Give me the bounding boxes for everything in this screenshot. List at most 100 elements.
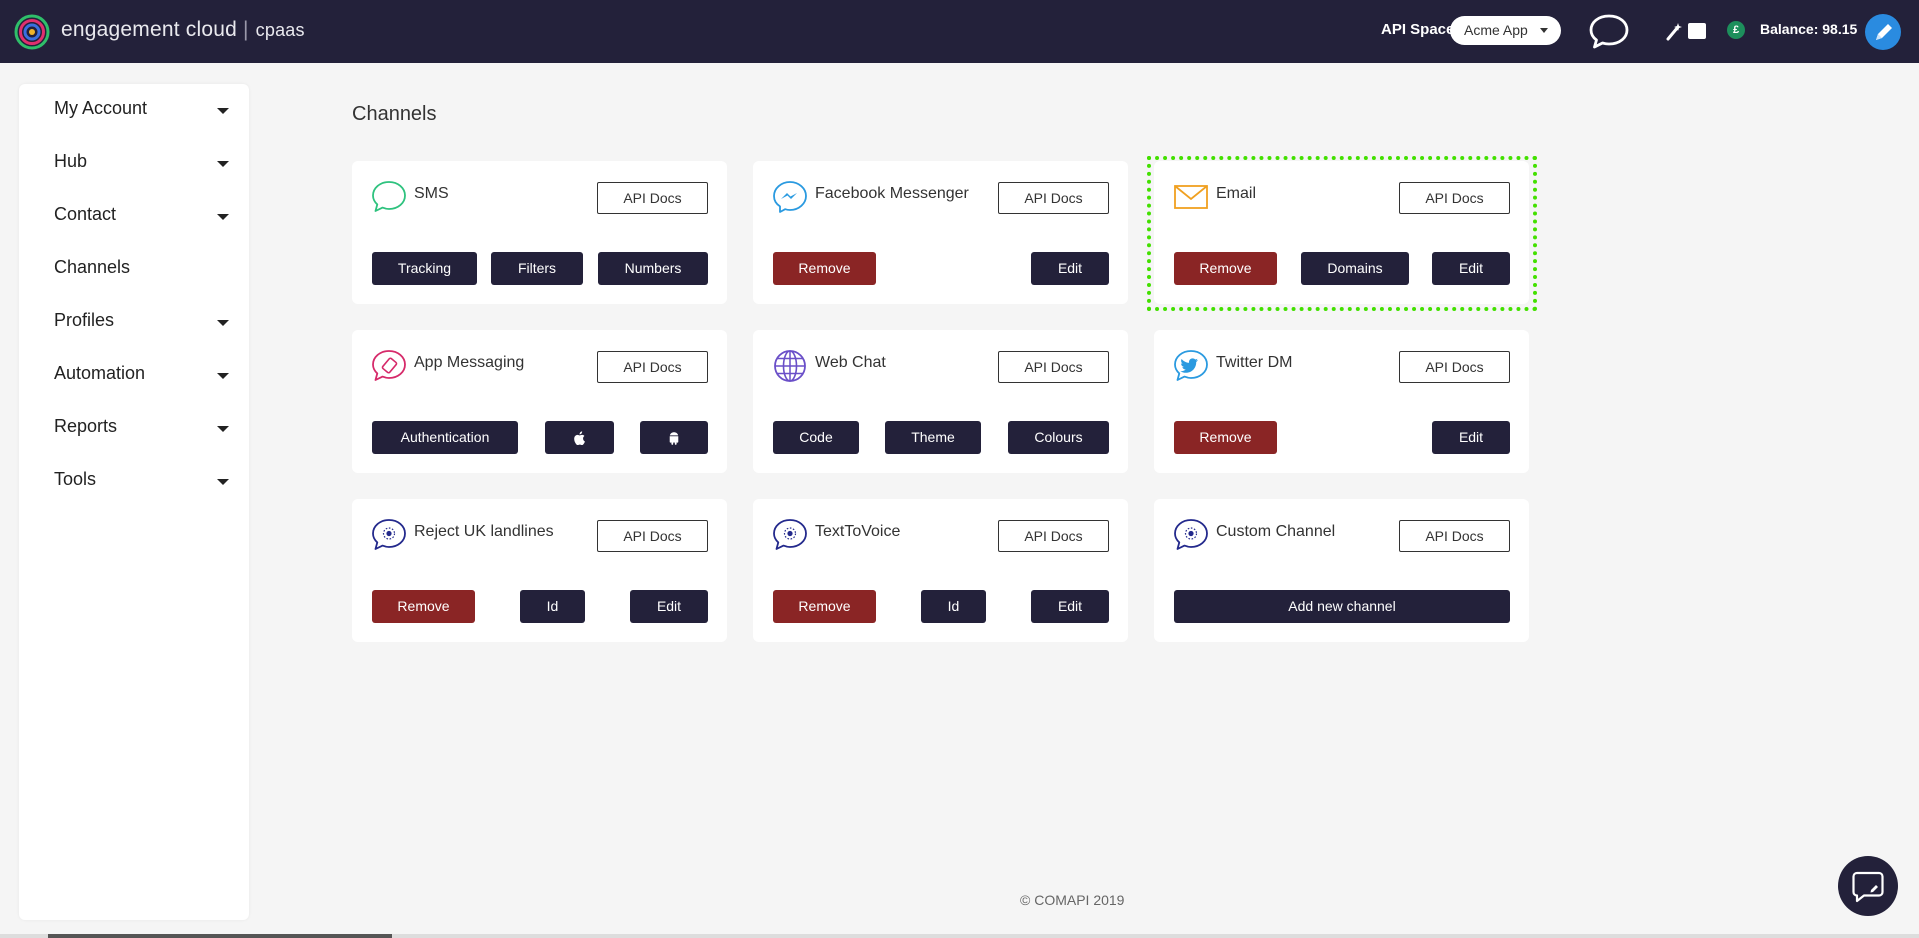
remove-button[interactable]: Remove	[1174, 421, 1277, 454]
app-messaging-icon	[372, 350, 406, 381]
api-docs-button[interactable]: API Docs	[998, 351, 1109, 383]
remove-button[interactable]: Remove	[773, 590, 876, 623]
sidebar-item-label: Tools	[54, 469, 97, 489]
card-title: SMS	[414, 185, 449, 202]
sidebar-item-channels[interactable]: Channels	[54, 257, 229, 287]
add-new-channel-button[interactable]: Add new channel	[1174, 590, 1510, 623]
channel-card-twitter-dm: Twitter DM API Docs Remove Edit	[1154, 330, 1529, 473]
sidebar-item-label: Reports	[54, 416, 118, 436]
footer-copyright: © COMAPI 2019	[1020, 892, 1125, 908]
custom-channel-icon	[773, 519, 807, 550]
edit-button[interactable]: Edit	[1031, 252, 1109, 285]
chat-widget-button[interactable]	[1838, 856, 1898, 916]
bottom-scrollbar[interactable]	[0, 934, 1919, 938]
card-title: Facebook Messenger	[815, 185, 969, 202]
scrollbar-thumb[interactable]	[48, 934, 392, 938]
sidebar-item-tools[interactable]: Tools	[54, 469, 229, 499]
authentication-button[interactable]: Authentication	[372, 421, 518, 454]
balance-text: Balance: 98.15	[1760, 21, 1858, 37]
channel-card-texttovoice: TextToVoice API Docs Remove Id Edit	[753, 499, 1128, 642]
card-title: Web Chat	[815, 354, 886, 371]
chat-icon	[1852, 871, 1884, 903]
channel-card-sms: SMS API Docs Tracking Filters Numbers	[352, 161, 727, 304]
channel-card-custom-channel: Custom Channel API Docs Add new channel	[1154, 499, 1529, 642]
apple-button[interactable]	[545, 421, 614, 454]
sidebar: My Account Hub Contact Channels Profiles…	[19, 84, 249, 920]
card-title: App Messaging	[414, 354, 525, 371]
api-space-value: Acme App	[1464, 22, 1528, 38]
engagement-cloud-logo[interactable]	[14, 14, 50, 50]
page-title: Channels	[352, 103, 437, 125]
edit-button[interactable]: Edit	[1031, 590, 1109, 623]
caret-down-icon	[217, 161, 229, 167]
chat-bubble-icon[interactable]	[1588, 13, 1630, 51]
magic-wand-icon[interactable]	[1664, 21, 1708, 41]
top-bar: engagement cloud | cpaas API Space: Acme A…	[0, 0, 1919, 63]
brand-separator: |	[243, 18, 249, 41]
sidebar-item-label: Channels	[54, 257, 131, 277]
api-docs-button[interactable]: API Docs	[1399, 351, 1510, 383]
caret-down-icon	[217, 320, 229, 326]
theme-button[interactable]: Theme	[885, 421, 981, 454]
sidebar-item-label: Profiles	[54, 310, 115, 330]
facebook-messenger-icon	[773, 181, 807, 213]
tracking-button[interactable]: Tracking	[372, 252, 477, 285]
card-title: Twitter DM	[1216, 354, 1293, 371]
id-button[interactable]: Id	[520, 590, 585, 623]
sidebar-item-reports[interactable]: Reports	[54, 416, 229, 446]
api-docs-button[interactable]: API Docs	[597, 182, 708, 214]
api-docs-button[interactable]: API Docs	[597, 520, 708, 552]
caret-down-icon	[217, 108, 229, 114]
android-button[interactable]	[640, 421, 708, 454]
brand-text: engagement cloud | cpaas	[61, 18, 305, 42]
currency-icon: £	[1727, 21, 1745, 39]
filters-button[interactable]: Filters	[491, 252, 583, 285]
sidebar-item-label: Contact	[54, 204, 117, 224]
sidebar-item-my-account[interactable]: My Account	[54, 98, 229, 128]
caret-down-icon	[217, 426, 229, 432]
channel-card-web-chat: Web Chat API Docs Code Theme Colours	[753, 330, 1128, 473]
sms-icon	[372, 181, 406, 212]
globe-icon	[774, 350, 806, 382]
sidebar-item-label: Automation	[54, 363, 146, 383]
remove-button[interactable]: Remove	[773, 252, 876, 285]
edit-button[interactable]: Edit	[1432, 421, 1510, 454]
sidebar-item-hub[interactable]: Hub	[54, 151, 229, 181]
card-title: Custom Channel	[1216, 523, 1336, 540]
remove-button[interactable]: Remove	[372, 590, 475, 623]
card-title: TextToVoice	[815, 523, 901, 540]
api-space-select[interactable]: Acme App	[1450, 16, 1561, 45]
sidebar-item-automation[interactable]: Automation	[54, 363, 229, 393]
api-docs-button[interactable]: API Docs	[597, 351, 708, 383]
twitter-icon	[1174, 350, 1208, 381]
custom-channel-icon	[372, 519, 406, 550]
pencil-icon	[1876, 24, 1892, 40]
selection-highlight	[1147, 156, 1537, 311]
caret-down-icon	[217, 214, 229, 220]
channel-card-reject-uk-landlines: Reject UK landlines API Docs Remove Id E…	[352, 499, 727, 642]
api-space-label: API Space:	[1381, 21, 1460, 38]
card-title: Reject UK landlines	[414, 523, 554, 540]
edit-button[interactable]: Edit	[630, 590, 708, 623]
api-docs-button[interactable]: API Docs	[1399, 520, 1510, 552]
id-button[interactable]: Id	[921, 590, 986, 623]
channel-card-facebook-messenger: Facebook Messenger API Docs Remove Edit	[753, 161, 1128, 304]
caret-down-icon	[217, 373, 229, 379]
sidebar-item-contact[interactable]: Contact	[54, 204, 229, 234]
channel-card-app-messaging: App Messaging API Docs Authentication	[352, 330, 727, 473]
numbers-button[interactable]: Numbers	[598, 252, 708, 285]
android-icon	[669, 432, 679, 446]
colours-button[interactable]: Colours	[1008, 421, 1109, 454]
brand-name: engagement cloud	[61, 18, 237, 41]
apple-icon	[573, 431, 585, 446]
api-docs-button[interactable]: API Docs	[998, 520, 1109, 552]
brand-product: cpaas	[255, 20, 305, 40]
code-button[interactable]: Code	[773, 421, 859, 454]
custom-channel-icon	[1174, 519, 1208, 550]
user-avatar[interactable]	[1865, 14, 1901, 50]
sidebar-item-label: My Account	[54, 98, 148, 118]
caret-down-icon	[217, 479, 229, 485]
api-docs-button[interactable]: API Docs	[998, 182, 1109, 214]
sidebar-item-label: Hub	[54, 151, 88, 171]
sidebar-item-profiles[interactable]: Profiles	[54, 310, 229, 340]
